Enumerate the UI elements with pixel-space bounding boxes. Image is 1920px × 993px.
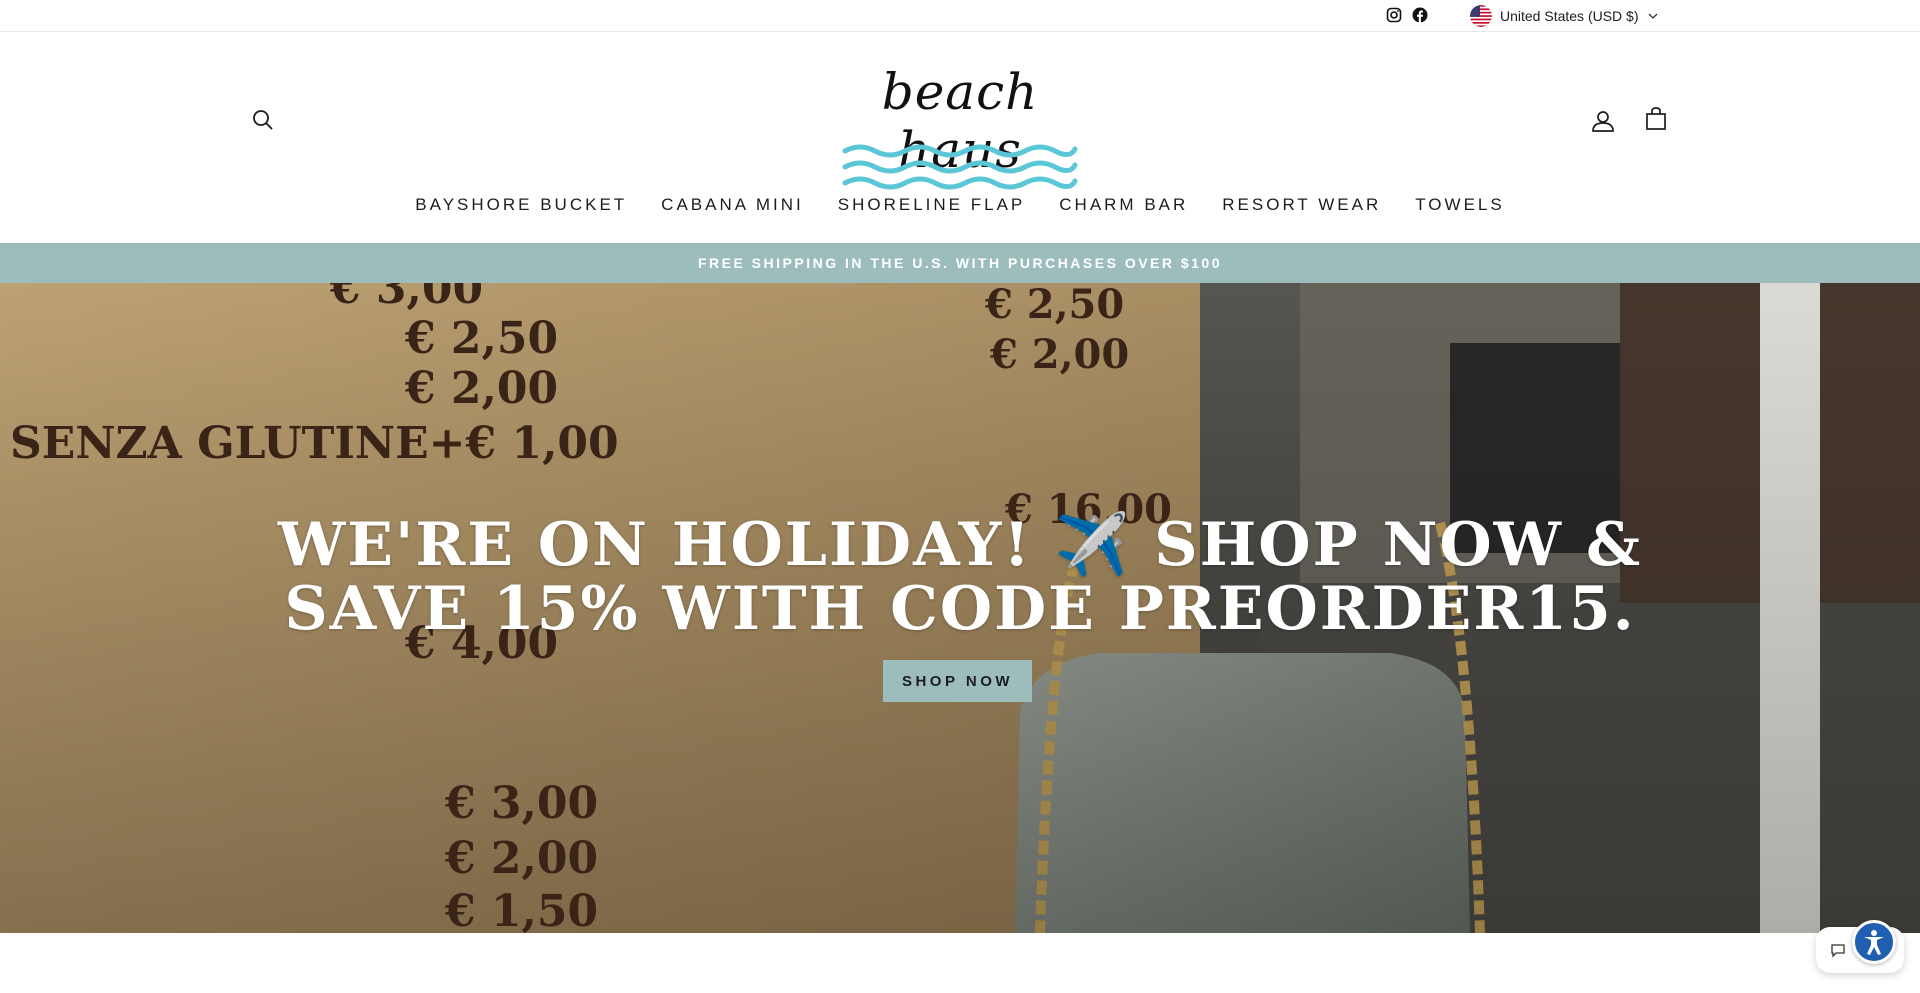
sign-price-9: € 2,50 [984, 283, 1124, 328]
main-nav: BAYSHORE BUCKET CABANA MINI SHORELINE FL… [0, 193, 1920, 217]
chevron-down-icon [1648, 13, 1657, 19]
sign-price-2: € 2,50 [404, 313, 558, 364]
announcement-bar: FREE SHIPPING IN THE U.S. WITH PURCHASES… [0, 243, 1920, 283]
shop-now-button[interactable]: SHOP NOW [883, 660, 1032, 702]
nav-item-charm-bar[interactable]: CHARM BAR [1057, 193, 1190, 217]
cart-icon [1646, 107, 1666, 130]
nav-item-shoreline-flap[interactable]: SHORELINE FLAP [836, 193, 1028, 217]
cart-button[interactable] [1640, 103, 1672, 135]
currency-label: United States (USD $) [1500, 8, 1639, 24]
account-button[interactable] [1587, 105, 1619, 137]
hero-title-line-2: SAVE 15% WITH CODE PREORDER15. [284, 574, 1636, 644]
nav-item-bayshore-bucket[interactable]: BAYSHORE BUCKET [413, 193, 629, 217]
nav-item-towels[interactable]: TOWELS [1413, 193, 1506, 217]
accessibility-button[interactable] [1852, 920, 1896, 964]
nav-item-resort-wear[interactable]: RESORT WEAR [1220, 193, 1383, 217]
currency-selector[interactable]: United States (USD $) [1470, 5, 1659, 27]
site-logo[interactable]: beach haus [840, 63, 1080, 203]
account-icon [1592, 111, 1614, 132]
sign-price-4: SENZA GLUTINE+€ 1,00 [10, 418, 619, 469]
social-links [1386, 7, 1428, 23]
sign-price-1: € 3,00 [329, 283, 483, 314]
announcement-text: FREE SHIPPING IN THE U.S. WITH PURCHASES… [697, 255, 1223, 271]
sign-price-6: € 3,00 [444, 778, 598, 829]
search-icon [253, 110, 273, 130]
facebook-icon [1412, 7, 1428, 23]
hero-title: WE'RE ON HOLIDAY! ✈️ SHOP NOW & SAVE 15%… [260, 513, 1660, 641]
us-flag-icon [1470, 5, 1492, 27]
top-utility-bar: United States (USD $) [0, 0, 1920, 32]
search-button[interactable] [248, 105, 278, 135]
sign-price-10: € 2,00 [989, 331, 1129, 378]
accessibility-icon [1864, 930, 1884, 955]
sign-price-3: € 2,00 [404, 363, 558, 414]
hero-banner: € 3,00 € 2,50 € 2,00 SENZA GLUTINE+€ 1,0… [0, 283, 1920, 933]
facebook-link[interactable] [1412, 7, 1428, 23]
instagram-icon [1386, 7, 1402, 23]
chat-bubble-icon [1831, 944, 1845, 958]
logo-waves [842, 144, 1078, 190]
nav-item-cabana-mini[interactable]: CABANA MINI [659, 193, 806, 217]
hero-title-line-1: WE'RE ON HOLIDAY! ✈️ SHOP NOW & [277, 510, 1643, 580]
sign-price-8: € 1,50 [444, 886, 598, 933]
sign-price-7: € 2,00 [444, 833, 598, 884]
site-header: beach haus BAYSHORE BUCKET CABANA MINI S… [0, 33, 1920, 243]
instagram-link[interactable] [1386, 7, 1402, 23]
